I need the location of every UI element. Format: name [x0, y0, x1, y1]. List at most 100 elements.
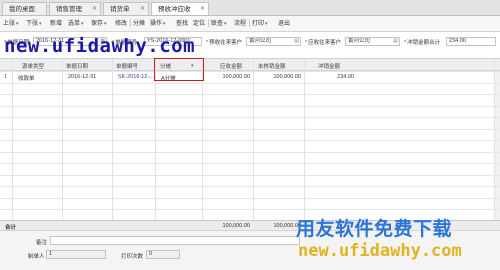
toolbar-button-label: 修改: [115, 21, 128, 27]
tab-label: 预收冲应收: [158, 6, 191, 13]
toolbar-button-label: 查找: [176, 21, 189, 27]
toolbar-button[interactable]: 分摊: [133, 18, 145, 30]
chevron-down-icon[interactable]: ▾: [265, 21, 268, 27]
prepay-customer-label: *预收往来客户: [206, 40, 243, 46]
grid-row-divider: [0, 94, 500, 95]
toolbar-button-label: 上张: [3, 21, 16, 27]
lookup-icon[interactable]: ▤: [294, 38, 299, 45]
remark-field[interactable]: [50, 236, 300, 245]
remark-label: 备注: [36, 240, 48, 246]
maker-field: 1: [46, 250, 106, 259]
toolbar-button[interactable]: 联查▾: [211, 18, 227, 30]
grid-row-divider: [0, 197, 500, 199]
prepay-customer-field[interactable]: 黄河公司 ▤: [246, 37, 301, 46]
grid-row-divider: [0, 82, 500, 84]
totals-label: 合计: [5, 225, 17, 231]
tab-prepay-offset[interactable]: 预收冲应收 ✕: [151, 2, 209, 15]
toolbar-button-label: 选单: [68, 21, 81, 27]
column-header[interactable]: 单据编号: [116, 62, 138, 70]
toolbar-button[interactable]: 保存▾: [91, 18, 107, 30]
toolbar-button-label: 打印: [252, 21, 265, 27]
tab-my-desktop[interactable]: 我的桌面: [2, 2, 47, 15]
grid-cell-offset[interactable]: 234.00: [306, 74, 354, 80]
grid-row-divider: [0, 186, 500, 187]
brand-url-watermark: new.ufidawhy.com: [298, 241, 462, 261]
totals-receivable: 100,000.00: [222, 223, 250, 229]
ar-customer-label: *应收往来客户: [305, 40, 342, 46]
toolbar: 上张▾ 下张▾ 新增 选单▾ 保存▾ 修改 分摊 操作▾ 查找 定位 联查▾ 流程 打印▾ 退出: [0, 16, 500, 32]
toolbar-separator: [208, 19, 210, 28]
close-icon[interactable]: ✕: [140, 3, 145, 16]
detail-grid: 源单类型 单据日期 单据编号 分摊 应收金额 未核销金额 冲销金额 1 收款单 2016-12-…: [0, 58, 500, 222]
offset-total-label: *冲销金额合计: [404, 40, 441, 46]
ar-customer-field[interactable]: 黄河公司 ▤: [345, 37, 400, 46]
toolbar-separator: [249, 19, 251, 28]
grid-row-divider: [0, 174, 500, 176]
column-header[interactable]: 单据日期: [66, 62, 88, 70]
toolbar-button-label: 下张: [26, 21, 39, 27]
grid-header: 源单类型 单据日期 单据编号 分摊 应收金额 未核销金额 冲销金额: [0, 59, 500, 71]
toolbar-button[interactable]: 查找: [176, 18, 188, 30]
chevron-down-icon[interactable]: ▾: [104, 21, 107, 27]
toolbar-button-label: 定位: [193, 21, 206, 27]
maker-label: 制单人: [28, 254, 45, 260]
grid-row-divider: [0, 151, 500, 153]
column-header[interactable]: 应收金额: [220, 62, 242, 70]
chevron-down-icon[interactable]: ▾: [224, 21, 227, 27]
toolbar-button[interactable]: 修改: [115, 18, 132, 30]
grid-cell-type[interactable]: 收款单: [18, 74, 35, 82]
column-header[interactable]: 冲销金额: [318, 62, 340, 70]
totals-unverified: 100,000.00: [273, 223, 301, 229]
close-icon[interactable]: ✕: [92, 3, 97, 16]
tab-sales-management[interactable]: 销售管理 ✕: [49, 2, 101, 15]
chevron-down-icon[interactable]: ▾: [16, 21, 19, 27]
toolbar-button-label: 联查: [211, 21, 224, 27]
toolbar-button[interactable]: 流程: [234, 18, 251, 30]
grid-row-divider: [0, 105, 500, 107]
toolbar-button[interactable]: 操作▾: [150, 18, 166, 30]
print-count-field: 0: [146, 250, 180, 259]
toolbar-button-label: 退出: [278, 21, 291, 27]
tab-sales-delivery[interactable]: 销货单 ✕: [103, 2, 149, 15]
toolbar-button[interactable]: 定位: [193, 18, 210, 30]
active-cell-highlight: [154, 58, 204, 81]
tab-label: 销货单: [110, 6, 130, 13]
chevron-down-icon[interactable]: ▾: [81, 21, 84, 27]
grid-cell-date[interactable]: 2016-12-31: [68, 74, 96, 80]
toolbar-button-label: 保存: [91, 21, 104, 27]
grid-cell-receivable[interactable]: 100,000.00: [204, 74, 250, 80]
toolbar-button[interactable]: 新增: [50, 18, 62, 30]
lookup-icon[interactable]: ▤: [393, 38, 398, 45]
tab-label: 销售管理: [56, 6, 82, 13]
grid-row-divider: [0, 128, 500, 130]
print-count-label: 打印次数: [121, 254, 144, 260]
watermark-url: new.ufidawhy.com: [4, 35, 196, 57]
grid-row-divider: [0, 209, 500, 210]
grid-row-divider: [0, 163, 500, 164]
grid-row-divider: [0, 117, 500, 118]
chevron-down-icon[interactable]: ▾: [39, 21, 42, 27]
toolbar-button[interactable]: 退出: [278, 18, 290, 30]
toolbar-button-label: 新增: [50, 21, 63, 27]
toolbar-button[interactable]: 下张▾: [26, 18, 42, 30]
chevron-down-icon[interactable]: ▾: [163, 21, 166, 27]
tab-label: 我的桌面: [9, 6, 35, 13]
toolbar-button[interactable]: 上张▾: [3, 18, 19, 30]
brand-watermark: 用友软件免费下载: [296, 218, 453, 240]
toolbar-button[interactable]: 打印▾: [252, 18, 268, 30]
grid-row-divider: [0, 71, 500, 72]
column-header[interactable]: 未核销金额: [258, 62, 286, 70]
close-icon[interactable]: ✕: [200, 3, 205, 16]
toolbar-button[interactable]: 选单▾: [68, 18, 84, 30]
toolbar-separator: [130, 19, 132, 28]
column-header[interactable]: 源单类型: [22, 62, 44, 70]
toolbar-button-label: 流程: [234, 21, 247, 27]
offset-total-field[interactable]: 234.00: [446, 37, 496, 46]
grid-row-divider: [0, 140, 500, 141]
grid-cell-unverified[interactable]: 100,000.00: [255, 74, 301, 80]
tab-bar: 我的桌面 销售管理 ✕ 销货单 ✕ 预收冲应收 ✕: [0, 0, 500, 16]
grid-cell-no[interactable]: SK-2016-12-...: [118, 74, 154, 80]
toolbar-button-label: 分摊: [133, 21, 146, 27]
row-number: 1: [4, 74, 8, 80]
toolbar-button-label: 操作: [150, 21, 163, 27]
